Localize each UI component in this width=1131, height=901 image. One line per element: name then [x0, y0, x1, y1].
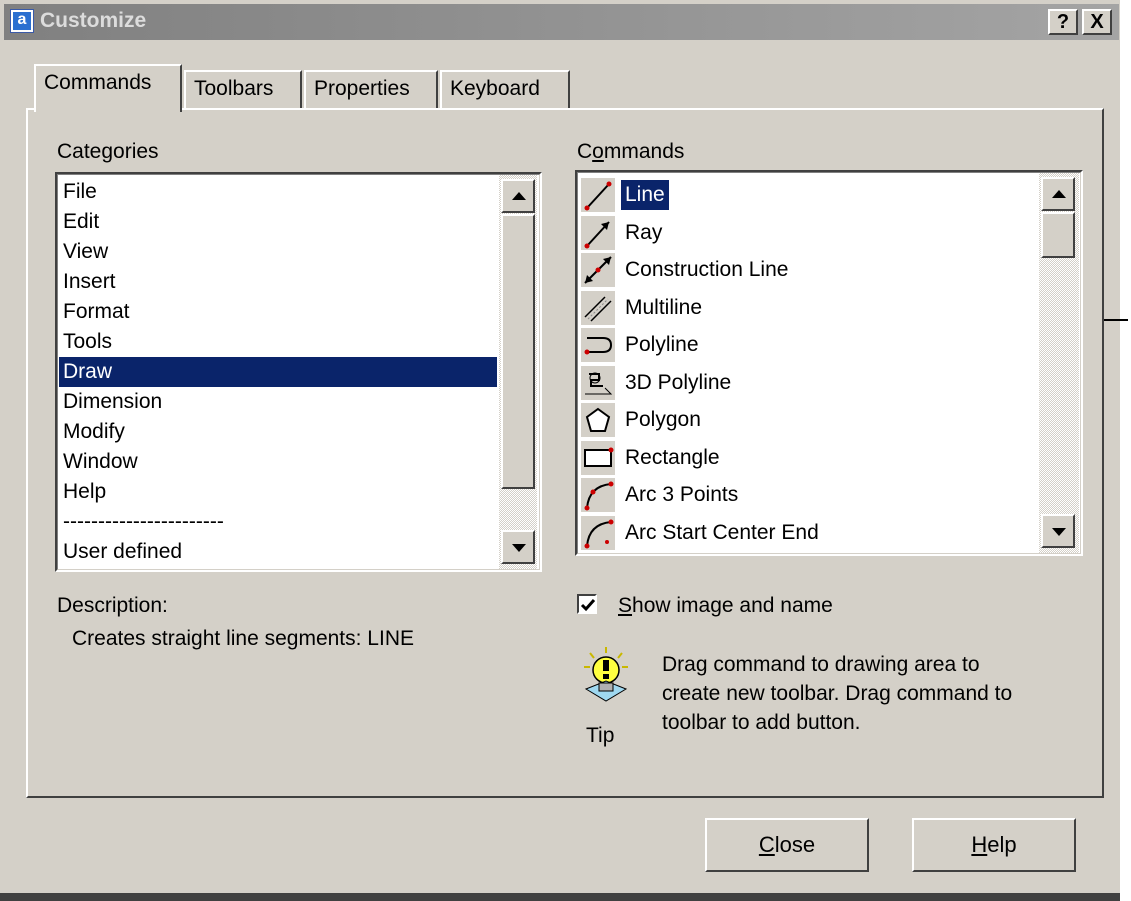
command-item[interactable]: Polygon	[579, 401, 1029, 439]
command-item[interactable]: Rectangle	[579, 439, 1029, 477]
tab-properties-label: Properties	[314, 77, 410, 100]
arc-3-points-icon	[581, 478, 615, 512]
command-item[interactable]: Arc Start Center End	[579, 514, 1029, 552]
context-help-button[interactable]: ?	[1048, 9, 1078, 35]
category-item[interactable]: View	[61, 237, 108, 267]
window-title: Customize	[40, 9, 147, 32]
category-item[interactable]: Modify	[61, 417, 125, 447]
checkmark-icon	[580, 599, 596, 612]
construction-line-icon	[581, 253, 615, 287]
tip-line-1: Drag command to drawing area to	[662, 653, 980, 676]
close-mnemonic: C	[758, 832, 775, 857]
ray-icon	[581, 215, 615, 250]
line-icon	[581, 178, 615, 212]
show-image-label-rest: how image and name	[632, 594, 833, 617]
help-button[interactable]: Help	[912, 818, 1076, 872]
tip-line-3: toolbar to add button.	[662, 711, 861, 734]
tab-keyboard-label: Keyboard	[450, 77, 540, 100]
commands-scroll-up-button[interactable]	[1041, 177, 1075, 211]
category-item[interactable]: Edit	[61, 207, 99, 237]
categories-label: Categories	[57, 140, 159, 163]
dialog-bottom-edge	[0, 893, 1120, 901]
lightbulb-icon	[580, 645, 632, 725]
tab-keyboard[interactable]: Keyboard	[440, 70, 570, 108]
tab-commands-label: Commands	[44, 71, 152, 94]
commands-label-prefix: C	[577, 140, 593, 163]
tab-properties[interactable]: Properties	[304, 70, 438, 108]
commands-label-mnemonic: o	[592, 140, 604, 163]
command-item-label: Line	[621, 180, 669, 210]
commands-scroll-thumb[interactable]	[1041, 212, 1075, 258]
polyline-icon	[581, 328, 615, 362]
command-item[interactable]: Ray	[579, 214, 1029, 252]
category-item[interactable]: Tools	[61, 327, 112, 357]
commands-label: Commands	[577, 140, 684, 164]
tab-toolbars-label: Toolbars	[194, 77, 274, 100]
command-item-label: Ray	[625, 220, 663, 244]
tab-toolbars[interactable]: Toolbars	[184, 70, 302, 108]
category-item[interactable]: -----------------------	[61, 507, 224, 537]
category-item[interactable]: Window	[61, 447, 138, 477]
category-item[interactable]: Draw	[59, 357, 497, 387]
command-item-label: Construction Line	[625, 258, 789, 281]
command-item-label: Multiline	[625, 295, 703, 319]
arc-start-center-end-icon	[581, 515, 615, 550]
command-item[interactable]: 3D Polyline	[579, 364, 1029, 402]
command-item[interactable]: Construction Line	[579, 251, 1029, 289]
close-button[interactable]: Close	[705, 818, 869, 872]
command-item-label: Arc Start Center End	[625, 520, 819, 544]
commands-label-rest: mmands	[603, 140, 685, 163]
close-window-button[interactable]: X	[1082, 9, 1112, 35]
category-item[interactable]: User defined	[61, 537, 182, 567]
customize-dialog: a Customize ? X Commands Toolbars Proper…	[0, 0, 1120, 901]
command-item[interactable]: Multiline	[579, 289, 1029, 327]
help-label-rest: elp	[987, 832, 1017, 857]
commands-scroll-down-button[interactable]	[1041, 514, 1075, 548]
polygon-icon	[581, 403, 615, 437]
command-item-label: Polygon	[625, 408, 701, 431]
categories-listbox[interactable]: File Edit View Insert Format Tools Draw Dimensi…	[55, 172, 542, 572]
close-label-rest: lose	[774, 832, 816, 857]
arrow-down-icon	[1052, 528, 1066, 536]
help-mnemonic: H	[971, 832, 988, 857]
title-bar[interactable]: a Customize ? X	[4, 4, 1119, 40]
arrow-up-icon	[1052, 190, 1066, 198]
category-item[interactable]: Insert	[61, 267, 116, 297]
arrow-down-icon	[512, 544, 526, 552]
command-item[interactable]: Arc 3 Points	[579, 476, 1029, 514]
description-text: Creates straight line segments: LINE	[72, 627, 414, 650]
categories-scroll-thumb[interactable]	[501, 214, 535, 489]
rectangle-icon	[581, 440, 615, 475]
show-image-mnemonic: S	[618, 594, 633, 617]
category-item[interactable]: Dimension	[61, 387, 162, 417]
command-item[interactable]: Polyline	[579, 326, 1029, 364]
categories-scroll-up-button[interactable]	[501, 179, 535, 213]
tip-caption: Tip	[586, 724, 615, 747]
category-item[interactable]: File	[61, 177, 97, 207]
show-image-checkbox[interactable]	[577, 594, 597, 614]
commands-listbox[interactable]: Line Ray Construction Line Multiline Polylin…	[575, 170, 1083, 556]
show-image-label[interactable]: Show image and name	[618, 594, 833, 618]
command-item-label: Polyline	[625, 333, 699, 356]
tab-commands[interactable]: Commands	[34, 64, 182, 112]
arrow-up-icon	[512, 192, 526, 200]
tip-line-2: create new toolbar. Drag command to	[662, 682, 1013, 705]
category-item[interactable]: Format	[61, 297, 130, 327]
3d-polyline-icon	[581, 365, 615, 400]
description-label: Description:	[57, 594, 168, 617]
command-item-label: Rectangle	[625, 445, 720, 469]
category-item[interactable]: Help	[61, 477, 106, 507]
command-item-label: Arc 3 Points	[625, 483, 739, 506]
multiline-icon	[581, 290, 615, 325]
app-icon: a	[10, 9, 34, 33]
app-icon-letter: a	[13, 12, 31, 30]
command-item-label: 3D Polyline	[625, 370, 732, 394]
categories-scroll-down-button[interactable]	[501, 530, 535, 564]
command-item[interactable]: Line	[579, 176, 1029, 214]
